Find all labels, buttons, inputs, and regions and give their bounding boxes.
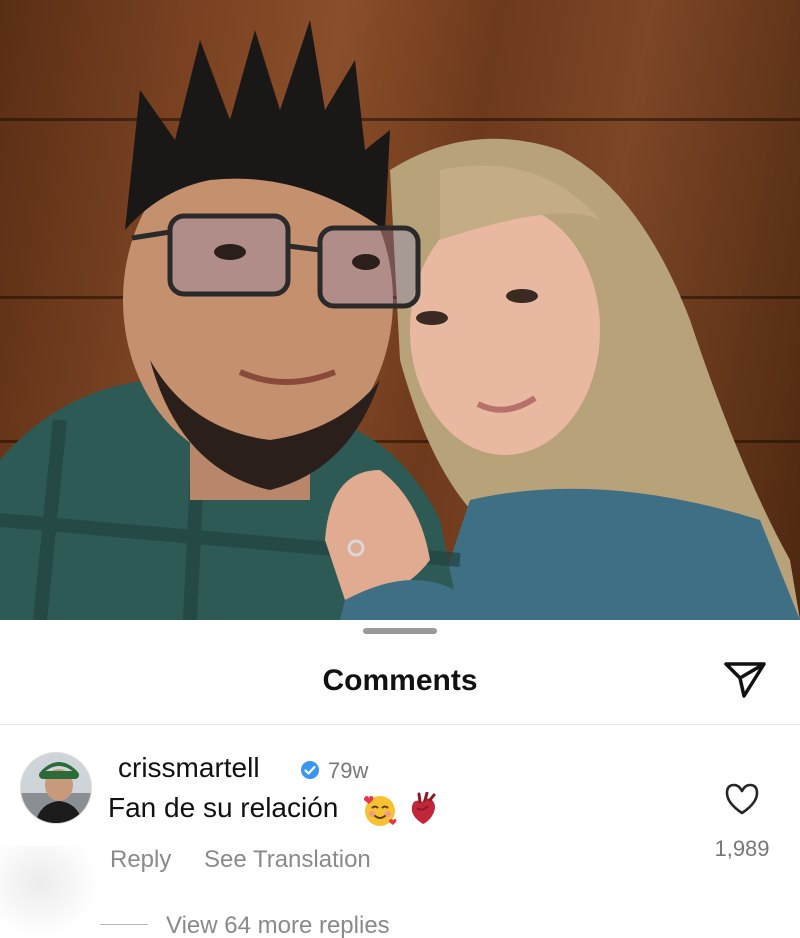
like-button[interactable] xyxy=(724,782,760,816)
smiling-face-with-hearts-emoji xyxy=(364,796,397,826)
post-photo xyxy=(0,0,800,620)
reply-button[interactable]: Reply xyxy=(110,846,171,874)
comment-text: Fan de su relación xyxy=(108,792,339,823)
comment-time: 79w xyxy=(328,758,369,783)
avatar[interactable] xyxy=(20,752,92,824)
anatomical-heart-emoji xyxy=(411,792,436,824)
sheet-grabber[interactable] xyxy=(363,628,437,634)
see-translation-button[interactable]: See Translation xyxy=(204,846,371,874)
view-more-replies-button[interactable]: View 64 more replies xyxy=(166,912,390,938)
replies-line xyxy=(100,924,148,925)
comments-sheet: Comments crissmartell 79w Fan de su rela… xyxy=(0,620,800,938)
sheet-title: Comments xyxy=(322,664,478,697)
couple-selfie-illustration xyxy=(0,20,800,620)
blurred-background xyxy=(0,846,100,938)
divider xyxy=(0,724,800,725)
avatar-image xyxy=(21,753,91,823)
send-icon xyxy=(724,662,766,698)
comment-username[interactable]: crissmartell xyxy=(118,752,260,784)
verified-badge-icon xyxy=(301,761,319,779)
share-button[interactable] xyxy=(722,660,768,700)
heart-outline-icon xyxy=(725,783,759,815)
like-count: 1,989 xyxy=(714,836,770,861)
